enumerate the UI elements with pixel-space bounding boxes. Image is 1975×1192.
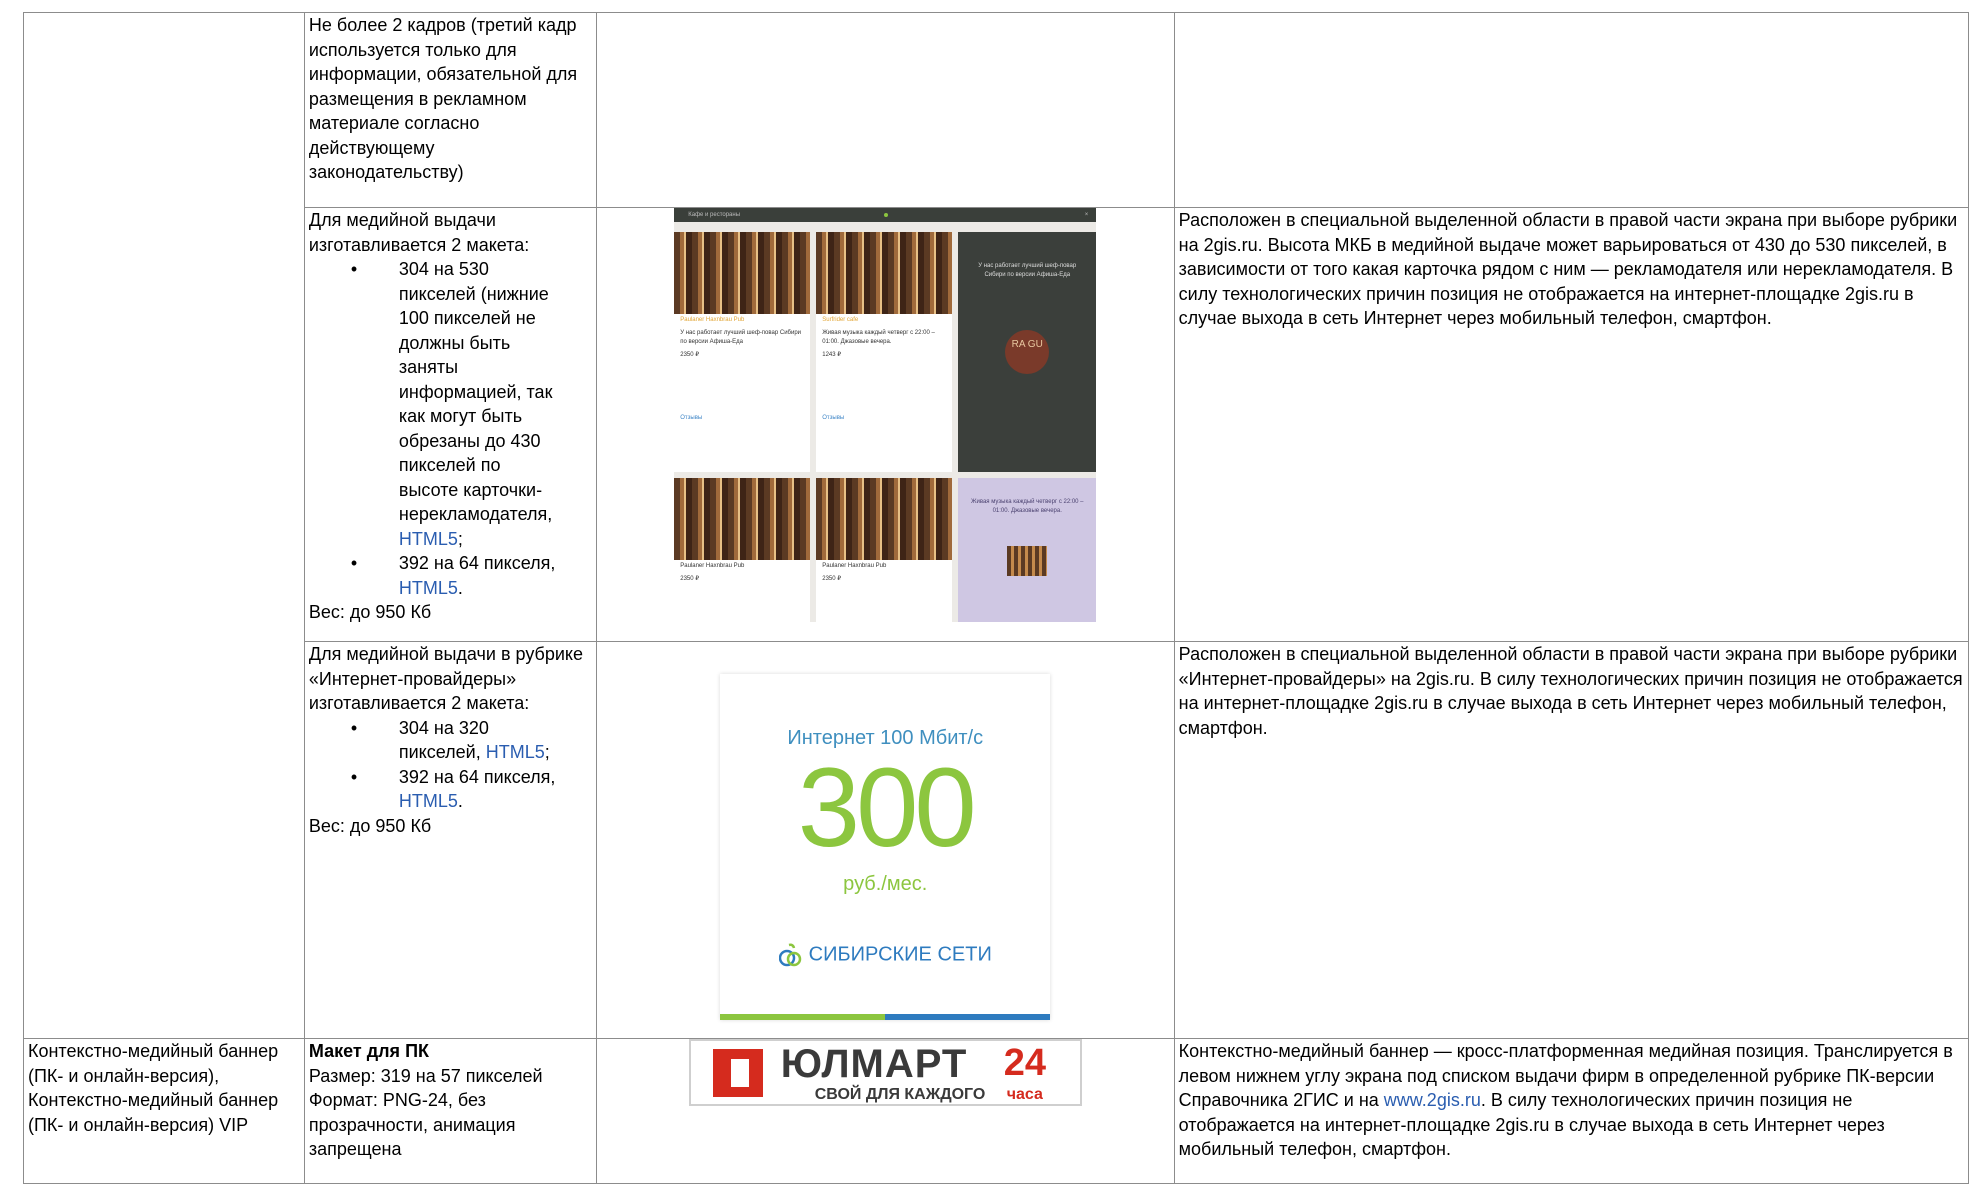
card-photo xyxy=(674,232,811,314)
internet-description: Расположен в специальной выделенной обла… xyxy=(1178,644,1963,738)
cell-pc-spec: Макет для ПК Размер: 319 на 57 пикселей … xyxy=(303,1038,597,1184)
mock-card: Surfrider cafe Живая музыка каждый четве… xyxy=(816,232,953,472)
cell-media-spec: Для медийной выдачи изготавливается 2 ма… xyxy=(303,207,597,642)
cell-empty xyxy=(23,12,305,1039)
cell-description: Расположен в специальной выделенной обла… xyxy=(1173,207,1970,642)
cell-banner: Интернет 100 Мбит/с 300 руб./мес. СИБИРС… xyxy=(595,641,1175,1039)
layout-list: 304 на 530 пикселей (нижние 100 пикселей… xyxy=(309,257,592,600)
frames-text: Не более 2 кадров (третий кадр используе… xyxy=(308,15,578,182)
mock-promo: Живая музыка каждый четверг с 22:00 – 01… xyxy=(958,478,1097,622)
cmb-description: Контекстно-медийный баннер — кросс-платф… xyxy=(1178,1041,1953,1159)
pc-size: Размер: 319 на 57 пикселей xyxy=(308,1065,543,1086)
mock-promo: У нас работает лучший шеф-повар Сибири п… xyxy=(958,232,1097,472)
list-item: 392 на 64 пикселя, HTML5. xyxy=(351,765,559,814)
brand-logo: СИБИРСКИЕ СЕТИ xyxy=(720,942,1050,968)
cell-frames: Не более 2 кадров (третий кадр используе… xyxy=(303,12,597,208)
mock-card: Paulaner Haxnbrau Pub У нас работает луч… xyxy=(674,232,811,472)
ulmart-24: 24 xyxy=(1003,1042,1047,1084)
ragu-logo: RA GU xyxy=(1005,330,1050,374)
cell-internet-spec: Для медийной выдачи в рубрике «Интернет-… xyxy=(303,641,597,1039)
list-item: 304 на 320 пикселей, HTML5; xyxy=(351,716,559,765)
media-intro: Для медийной выдачи изготавливается 2 ма… xyxy=(308,210,530,255)
html5-link[interactable]: HTML5 xyxy=(486,742,545,762)
ulmart-banner: ЮЛМАРТ СВОЙ ДЛЯ КАЖДОГО 24 часа xyxy=(688,1039,1082,1106)
ulmart-slogan: СВОЙ ДЛЯ КАЖДОГО xyxy=(814,1086,986,1103)
cell-empty xyxy=(595,12,1175,208)
ulmart-word: ЮЛМАРТ xyxy=(780,1042,968,1086)
card-photo xyxy=(674,478,811,560)
banner-stripe xyxy=(720,1014,1051,1020)
brand-mark-icon xyxy=(778,943,801,967)
internet-intro: Для медийной выдачи в рубрике «Интернет-… xyxy=(308,644,584,713)
mock-card: Paulaner Haxnbrau Pub 2350 ₽ xyxy=(816,478,953,622)
position-name: Контекстно-медийный баннер (ПК- и онлайн… xyxy=(28,1041,279,1135)
ulmart-logo-icon xyxy=(712,1049,763,1097)
cell-screenshot: Кафе и рестораны × Paulaner Haxnbrau Pub… xyxy=(595,207,1175,642)
status-dot-icon xyxy=(884,213,889,217)
table-row: Для медийной выдачи в рубрике «Интернет-… xyxy=(24,641,1970,1039)
2gis-link[interactable]: www.2gis.ru xyxy=(1384,1090,1481,1110)
table-row: Не более 2 кадров (третий кадр используе… xyxy=(23,12,1970,1039)
internet-banner: Интернет 100 Мбит/с 300 руб./мес. СИБИРС… xyxy=(720,674,1051,1020)
media-description: Расположен в специальной выделенной обла… xyxy=(1178,210,1958,328)
weight-text: Вес: до 950 Кб xyxy=(308,602,432,622)
spec-table: Не более 2 кадров (третий кадр используе… xyxy=(23,12,1970,1184)
cell-description: Контекстно-медийный баннер — кросс-платф… xyxy=(1173,1038,1970,1184)
cell-banner: ЮЛМАРТ СВОЙ ДЛЯ КАЖДОГО 24 часа xyxy=(595,1038,1175,1184)
close-icon: × xyxy=(1084,212,1089,218)
list-item: 304 на 530 пикселей (нижние 100 пикселей… xyxy=(351,257,559,551)
cell-empty xyxy=(1173,12,1970,208)
promo-photo xyxy=(1007,546,1048,576)
banner-unit: руб./мес. xyxy=(843,873,928,895)
mock-card: Paulaner Haxnbrau Pub 2350 ₽ xyxy=(674,478,811,622)
cell-description: Расположен в специальной выделенной обла… xyxy=(1173,641,1970,1039)
pc-title: Макет для ПК xyxy=(308,1041,429,1061)
list-item: 392 на 64 пикселя, HTML5. xyxy=(351,551,559,600)
card-photo xyxy=(816,232,953,314)
card-photo xyxy=(816,478,953,560)
weight-text: Вес: до 950 Кб xyxy=(308,815,432,836)
layout-list: 304 на 320 пикселей, HTML5; 392 на 64 пи… xyxy=(309,716,592,814)
media-screenshot: Кафе и рестораны × Paulaner Haxnbrau Pub… xyxy=(674,208,1097,622)
table-row: Для медийной выдачи изготавливается 2 ма… xyxy=(24,207,1970,642)
banner-price: 300 xyxy=(797,745,977,870)
html5-link[interactable]: HTML5 xyxy=(399,578,458,598)
html5-link[interactable]: HTML5 xyxy=(399,791,458,811)
cell-position-name: Контекстно-медийный баннер (ПК- и онлайн… xyxy=(23,1038,305,1184)
table-row: Контекстно-медийный баннер (ПК- и онлайн… xyxy=(23,1038,1970,1184)
ulmart-hours: часа xyxy=(1006,1086,1043,1103)
html5-link[interactable]: HTML5 xyxy=(399,529,458,549)
mock-topbar: Кафе и рестораны × xyxy=(674,208,1097,222)
pc-format: Формат: PNG-24, без прозрачности, анимац… xyxy=(308,1090,516,1159)
